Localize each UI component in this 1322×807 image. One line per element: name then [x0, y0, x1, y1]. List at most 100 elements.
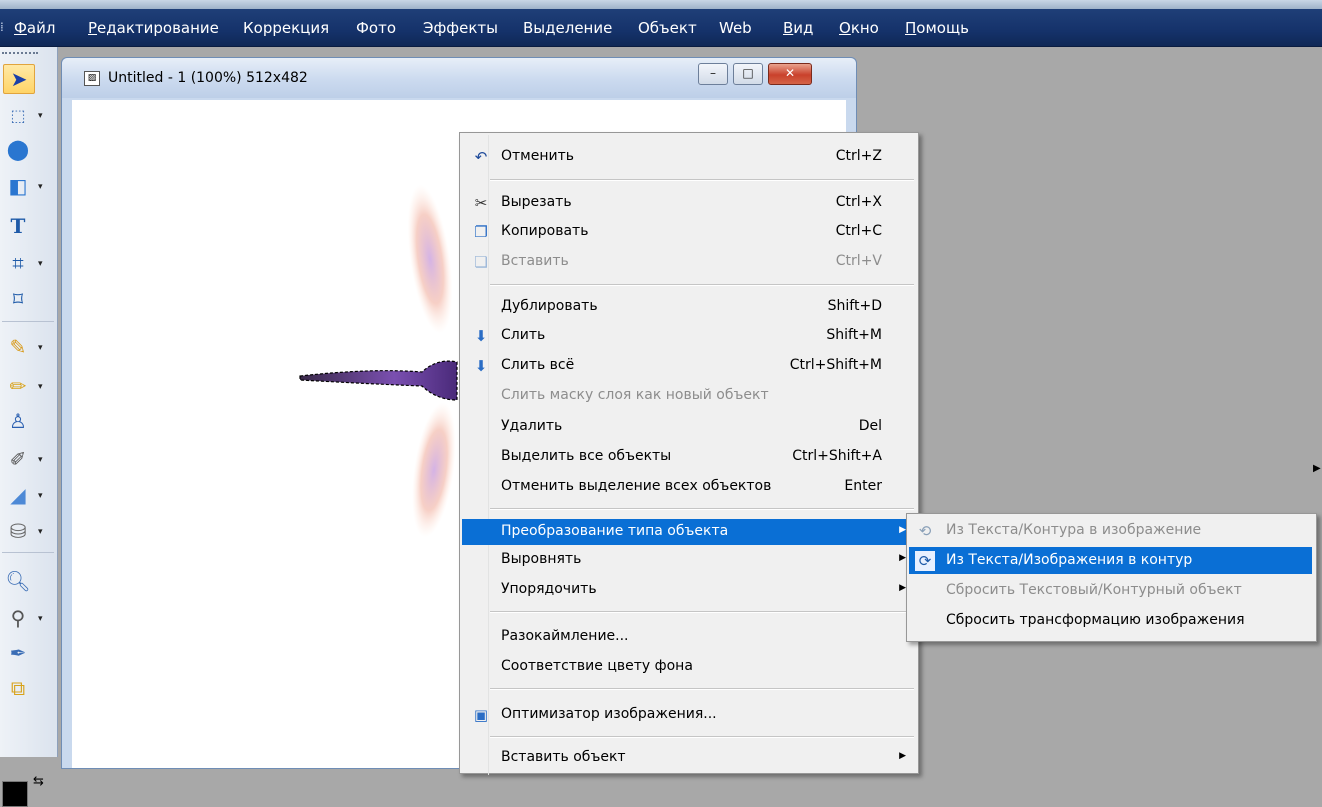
menu-item-deselect-all-objects[interactable]: Отменить выделение всех объектов Enter	[462, 474, 914, 500]
pick-tool-icon[interactable]: ➤	[3, 64, 35, 94]
menu-separator	[490, 688, 914, 690]
menu-item-shortcut: Ctrl+C	[835, 223, 882, 239]
swap-colors-icon[interactable]: ⇆	[33, 774, 44, 789]
submenu-item-label: Сбросить трансформацию изображения	[946, 612, 1245, 628]
merge-all-icon: ⬇	[474, 357, 488, 375]
menu-item-shortcut: Shift+M	[826, 327, 882, 343]
menu-item-label: Удалить	[501, 418, 563, 434]
menu-item-cut[interactable]: ✂ Вырезать Ctrl+X	[462, 190, 914, 216]
menu-selection[interactable]: Выделение	[523, 19, 612, 37]
menu-file[interactable]: Файл	[14, 19, 55, 37]
submenu-arrow-icon: ▶	[899, 583, 906, 593]
eyedropper-tool-icon[interactable]: ⚲ ▾	[3, 604, 43, 632]
menubar-grip-icon: ⁞	[0, 20, 4, 34]
menu-item-delete[interactable]: Удалить Del	[462, 414, 914, 440]
menu-item-merge-mask: Слить маску слоя как новый объект	[462, 383, 914, 409]
menu-item-label: Слить	[501, 327, 546, 343]
document-icon: ▨	[84, 71, 100, 86]
optimizer-icon: ▣	[473, 706, 489, 724]
selection-tool-icon[interactable]: ⬚ ▾	[3, 101, 42, 129]
scissors-icon: ✂	[474, 194, 488, 212]
menu-item-insert-object[interactable]: Вставить объект ▶	[462, 745, 914, 771]
brush-tool-icon[interactable]: ✎ ▾	[3, 333, 43, 361]
app-title-bar	[0, 0, 1322, 9]
menu-item-image-optimizer[interactable]: ▣ Оптимизатор изображения...	[462, 702, 914, 728]
menu-item-label: Дублировать	[501, 298, 598, 314]
menu-item-arrange[interactable]: Упорядочить ▶	[462, 577, 914, 603]
menu-help[interactable]: Помощь	[905, 19, 969, 37]
menu-item-label: Копировать	[501, 223, 589, 239]
shape-tool-icon[interactable]: ◧ ▾	[3, 172, 43, 200]
menu-item-defringe[interactable]: Разокаймление...	[462, 624, 914, 650]
menu-item-label: Вставить	[501, 253, 569, 269]
menu-effects[interactable]: Эффекты	[423, 19, 498, 37]
scroll-right-arrow-icon[interactable]: ▶	[1313, 463, 1321, 474]
foreground-color-swatch[interactable]	[2, 781, 28, 807]
menu-item-undo[interactable]: ↶ Отменить Ctrl+Z	[462, 144, 914, 170]
fill-tool-icon[interactable]: ⛁ ▾	[3, 517, 43, 545]
menu-item-merge-all[interactable]: ⬇ Слить всё Ctrl+Shift+M	[462, 353, 914, 379]
menu-view[interactable]: Вид	[783, 19, 813, 37]
menu-item-shortcut: Enter	[844, 478, 882, 494]
menu-window[interactable]: Окно	[839, 19, 879, 37]
minimize-button[interactable]: –	[698, 63, 728, 85]
menu-item-label: Слить маску слоя как новый объект	[501, 387, 769, 403]
submenu-item-to-path[interactable]: ⟳ Из Текста/Изображения в контур	[909, 547, 1312, 574]
menu-item-align[interactable]: Выровнять ▶	[462, 547, 914, 573]
crop-tool-icon[interactable]: ⌗ ▾	[3, 249, 42, 277]
menu-web[interactable]: Web	[719, 19, 752, 37]
menu-item-label: Упорядочить	[501, 581, 597, 597]
text-tool-icon[interactable]: T	[3, 212, 33, 240]
submenu-item-reset-text-path: Сбросить Текстовый/Контурный объект	[909, 577, 1312, 604]
menu-object[interactable]: Объект	[638, 19, 697, 37]
submenu-item-label: Из Текста/Изображения в контур	[946, 552, 1193, 568]
document-caption[interactable]: ▨ Untitled - 1 (100%) 512x482 – □ ✕	[62, 58, 856, 98]
menu-item-select-all-objects[interactable]: Выделить все объекты Ctrl+Shift+A	[462, 444, 914, 470]
submenu-item-label: Из Текста/Контура в изображение	[946, 522, 1202, 538]
submenu-item-reset-transform[interactable]: Сбросить трансформацию изображения	[909, 607, 1312, 634]
menu-item-paste: ❏ Вставить Ctrl+V	[462, 249, 914, 275]
menu-item-match-background[interactable]: Соответствие цвету фона	[462, 654, 914, 680]
lasso-tool-icon[interactable]: ⬤	[3, 135, 33, 163]
menu-edit[interactable]: Редактирование	[88, 19, 219, 37]
zoom-tool-icon[interactable]: 🔍︎	[3, 567, 33, 595]
pencil-tool-icon[interactable]: ✏ ▾	[3, 372, 43, 400]
toolbox-divider	[2, 321, 54, 322]
text-to-image-icon: ⟲	[918, 522, 932, 540]
menu-item-duplicate[interactable]: Дублировать Shift+D	[462, 294, 914, 320]
menu-item-label: Выровнять	[501, 551, 582, 567]
document-title: Untitled - 1 (100%) 512x482	[108, 70, 308, 86]
toolbox-divider	[2, 552, 54, 553]
transform-tool-icon[interactable]: ⌑	[3, 285, 33, 313]
eraser-tool-icon[interactable]: ◢ ▾	[3, 481, 42, 509]
lower-wing	[412, 402, 456, 538]
menu-item-label: Вставить объект	[501, 749, 626, 765]
dragonfly-body	[299, 360, 458, 401]
toolbox: ➤ ⬚ ▾ ⬤ ◧ ▾ T ⌗ ▾ ⌑ ✎ ▾ ✏ ▾ ♙ ✐ ▾ ◢ ▾ ⛁ ▾ 🔍︎ ⚲ ▾ …	[0, 47, 58, 807]
menu-item-convert-object-type[interactable]: Преобразование типа объекта ▶	[462, 519, 914, 545]
menu-item-merge[interactable]: ⬇ Слить Shift+M	[462, 323, 914, 349]
menu-item-label: Разокаймление...	[501, 628, 629, 644]
menu-item-copy[interactable]: ❐ Копировать Ctrl+C	[462, 219, 914, 245]
maximize-button[interactable]: □	[733, 63, 763, 85]
retouch-tool-icon[interactable]: ✐ ▾	[3, 445, 43, 473]
web-tool-icon[interactable]: ⧉	[3, 674, 33, 702]
menu-item-label: Вырезать	[501, 194, 572, 210]
menu-item-shortcut: Ctrl+Shift+M	[789, 357, 882, 373]
clone-stamp-tool-icon[interactable]: ♙	[3, 407, 33, 435]
pen-tool-icon[interactable]: ✒	[3, 639, 33, 667]
menu-photo[interactable]: Фото	[356, 19, 396, 37]
close-button[interactable]: ✕	[768, 63, 812, 85]
convert-object-submenu: ⟲ Из Текста/Контура в изображение ⟳ Из Т…	[906, 513, 1317, 642]
menu-separator	[490, 284, 914, 286]
paste-icon: ❏	[474, 253, 488, 271]
menu-separator	[490, 179, 914, 181]
menu-adjust[interactable]: Коррекция	[243, 19, 329, 37]
menu-item-label: Оптимизатор изображения...	[501, 706, 717, 722]
menu-item-label: Отменить	[501, 148, 575, 164]
menu-item-label: Слить всё	[501, 357, 575, 373]
submenu-arrow-icon: ▶	[899, 751, 906, 761]
menu-item-shortcut: Del	[858, 418, 882, 434]
submenu-arrow-icon: ▶	[899, 525, 906, 535]
menu-separator	[490, 611, 914, 613]
